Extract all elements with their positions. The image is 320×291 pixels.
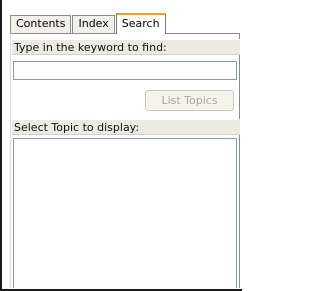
tab-index[interactable]: Index [72,15,115,33]
select-topic-label: Select Topic to display: [12,119,240,135]
keyword-input[interactable] [13,61,237,80]
topic-listbox[interactable] [13,138,237,288]
list-topics-button[interactable]: List Topics [145,90,234,111]
keyword-label: Type in the keyword to find: [12,39,240,55]
tab-contents[interactable]: Contents [10,15,72,33]
help-navigation-pane: Contents Index Search Type in the keywor… [0,0,242,291]
tab-search[interactable]: Search [115,13,166,34]
tab-strip: Contents Index Search [10,13,167,34]
search-tab-panel: Type in the keyword to find: List Topics… [10,33,240,288]
